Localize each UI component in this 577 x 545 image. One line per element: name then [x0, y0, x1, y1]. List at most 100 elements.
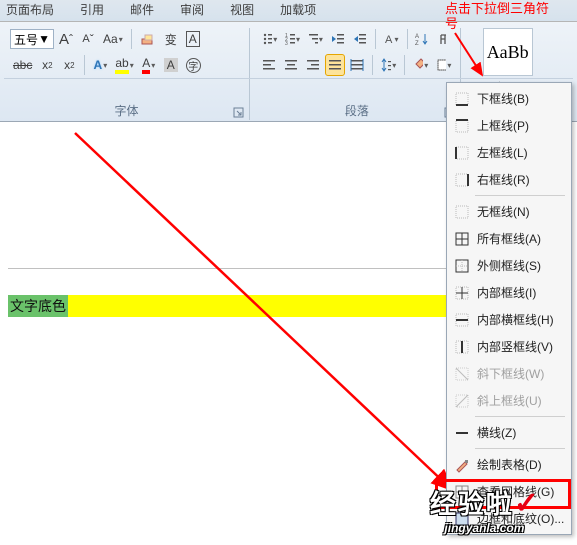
separator: [372, 55, 373, 75]
menu-diag-down: 斜下框线(W): [449, 360, 569, 387]
menu-horizontal-line[interactable]: 横线(Z): [449, 419, 569, 446]
svg-text:3: 3: [285, 41, 288, 46]
decrease-indent-button[interactable]: [328, 28, 348, 50]
char-shading-button[interactable]: A: [161, 54, 181, 76]
shading-button[interactable]: ▾: [410, 54, 431, 76]
watermark: 经验啦✓ jingyanla.com: [430, 484, 539, 535]
menu-no-border[interactable]: 无框线(N): [449, 198, 569, 225]
pilcrow-icon: [437, 32, 451, 46]
shrink-font-button[interactable]: Aˇ: [78, 28, 98, 50]
borders-dropdown-menu: 下框线(B) 上框线(P) 左框线(L) 右框线(R) 无框线(N) 所有框线(…: [446, 82, 572, 535]
right-border-icon: [453, 171, 471, 189]
menu-separator: [475, 195, 565, 196]
tab-review[interactable]: 审阅: [176, 0, 208, 21]
align-right-button[interactable]: [303, 54, 323, 76]
separator: [375, 29, 376, 49]
clear-formatting-button[interactable]: [137, 28, 159, 50]
bottom-border-icon: [453, 90, 471, 108]
borders-icon: [436, 58, 446, 72]
tab-addin[interactable]: 加载项: [276, 0, 320, 21]
align-center-icon: [284, 58, 298, 72]
inside-borders-icon: [453, 284, 471, 302]
separator: [407, 29, 408, 49]
increase-indent-button[interactable]: [350, 28, 370, 50]
svg-text:A: A: [415, 34, 419, 40]
sample-text: 文字底色: [8, 295, 68, 317]
enclose-char-button[interactable]: 字: [183, 54, 204, 76]
menu-top-border[interactable]: 上框线(P): [449, 112, 569, 139]
multilevel-icon: [308, 32, 318, 46]
dialog-launcher-icon[interactable]: [233, 107, 245, 119]
separator: [404, 55, 405, 75]
check-icon: ✓: [514, 487, 539, 520]
tab-layout[interactable]: 页面布局: [2, 0, 58, 21]
font-size-combo[interactable]: 五号 ▼: [10, 29, 54, 49]
annotation-text: 点击下拉倒三角符 号: [445, 1, 549, 31]
tab-mail[interactable]: 邮件: [126, 0, 158, 21]
align-center-button[interactable]: [281, 54, 301, 76]
highlight-button[interactable]: ab▾: [112, 54, 136, 76]
menu-inside-h-border[interactable]: 内部横框线(H): [449, 306, 569, 333]
svg-text:A: A: [385, 34, 393, 46]
menu-inside-v-border[interactable]: 内部竖框线(V): [449, 333, 569, 360]
superscript-button[interactable]: x2: [59, 54, 79, 76]
menu-outside-borders[interactable]: 外侧框线(S): [449, 252, 569, 279]
sort-button[interactable]: AZ: [412, 28, 432, 50]
menu-left-border[interactable]: 左框线(L): [449, 139, 569, 166]
chevron-down-icon: ▼: [38, 32, 50, 46]
top-border-icon: [453, 117, 471, 135]
separator: [84, 55, 85, 75]
numbering-icon: 123: [285, 32, 295, 46]
align-left-button[interactable]: [259, 54, 279, 76]
asian-icon: A: [384, 32, 394, 46]
borders-button[interactable]: ▾: [433, 54, 454, 76]
align-left-icon: [262, 58, 276, 72]
menu-right-border[interactable]: 右框线(R): [449, 166, 569, 193]
font-size-value: 五号: [14, 31, 38, 48]
menu-bottom-border[interactable]: 下框线(B): [449, 85, 569, 112]
subscript-button[interactable]: x2: [37, 54, 57, 76]
phonetic-guide-button[interactable]: 变: [161, 28, 181, 50]
inside-v-icon: [453, 338, 471, 356]
align-justify-button[interactable]: [325, 54, 345, 76]
style-preview[interactable]: AaBb: [483, 28, 533, 76]
no-border-icon: [453, 203, 471, 221]
text-effects-button[interactable]: A▾: [90, 54, 110, 76]
highlighted-line[interactable]: 文字底色: [8, 295, 446, 317]
strikethrough-button[interactable]: abc: [10, 54, 35, 76]
menu-draw-table[interactable]: 绘制表格(D): [449, 451, 569, 478]
line-spacing-button[interactable]: ▾: [378, 54, 399, 76]
menu-separator: [475, 448, 565, 449]
indent-icon: [353, 32, 367, 46]
tab-view[interactable]: 视图: [226, 0, 258, 21]
asian-layout-button[interactable]: A▾: [381, 28, 402, 50]
outside-borders-icon: [453, 257, 471, 275]
line-spacing-icon: [381, 58, 391, 72]
style-sample: AaBb: [487, 42, 529, 63]
svg-text:Z: Z: [415, 41, 419, 46]
align-right-icon: [306, 58, 320, 72]
menu-diag-up: 斜上框线(U): [449, 387, 569, 414]
grow-font-button[interactable]: Aˆ: [56, 28, 76, 50]
bullets-icon: [262, 32, 272, 46]
change-case-button[interactable]: Aa▾: [100, 28, 126, 50]
group-font-label: 字体: [4, 103, 249, 120]
align-justify-icon: [328, 58, 342, 72]
character-border-button[interactable]: A: [183, 28, 203, 50]
menu-all-borders[interactable]: 所有框线(A): [449, 225, 569, 252]
tab-reference[interactable]: 引用: [76, 0, 108, 21]
show-marks-button[interactable]: [434, 28, 454, 50]
menu-inside-borders[interactable]: 内部框线(I): [449, 279, 569, 306]
diag-down-icon: [453, 365, 471, 383]
bullets-button[interactable]: ▾: [259, 28, 280, 50]
font-color-button[interactable]: A▾: [139, 54, 159, 76]
distribute-button[interactable]: [347, 54, 367, 76]
numbering-button[interactable]: 123▾: [282, 28, 303, 50]
group-paragraph-label: 段落: [253, 103, 460, 120]
multilevel-list-button[interactable]: ▾: [305, 28, 326, 50]
outdent-icon: [331, 32, 345, 46]
left-border-icon: [453, 144, 471, 162]
page-boundary: [8, 268, 446, 269]
pencil-icon: [453, 456, 471, 474]
distribute-icon: [350, 58, 364, 72]
